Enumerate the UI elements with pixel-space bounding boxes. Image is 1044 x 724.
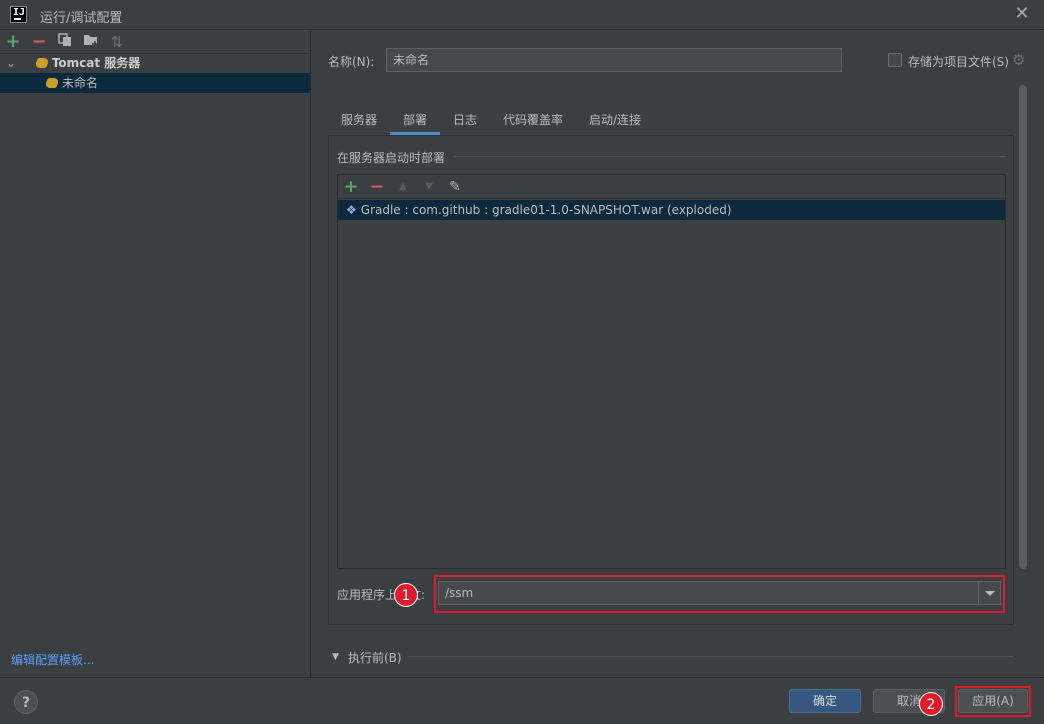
artifact-list[interactable]: + − ▲ ▼ ✎ ❖ Gradle : com.github : gradle0… bbox=[337, 174, 1006, 569]
tab-server[interactable]: 服务器 bbox=[334, 111, 384, 135]
artifact-label: Gradle : com.github : gradle01-1.0-SNAPS… bbox=[360, 203, 732, 217]
tomcat-icon bbox=[34, 58, 50, 68]
tomcat-icon bbox=[44, 78, 60, 88]
name-label: 名称(N): bbox=[328, 55, 375, 69]
plus-icon[interactable]: + bbox=[342, 177, 360, 197]
folder-add-icon[interactable] bbox=[82, 33, 100, 51]
tree-item-tomcat-server[interactable]: ⌄ Tomcat 服务器 bbox=[0, 53, 310, 73]
name-field[interactable]: 未命名 bbox=[386, 48, 842, 72]
minus-icon[interactable]: − bbox=[368, 177, 386, 197]
triangle-down-icon[interactable]: ▼ bbox=[332, 652, 339, 662]
close-icon[interactable]: ✕ bbox=[1012, 4, 1032, 24]
vertical-scrollbar[interactable] bbox=[1019, 85, 1027, 569]
tree-item-unnamed[interactable]: 未命名 bbox=[0, 73, 310, 93]
plus-icon[interactable]: + bbox=[4, 33, 22, 51]
intellij-logo-icon: IJ bbox=[10, 6, 27, 23]
store-as-project-file-checkbox[interactable] bbox=[888, 53, 902, 67]
arrow-down-icon[interactable]: ▼ bbox=[420, 177, 438, 197]
chevron-down-icon[interactable]: ⌄ bbox=[0, 53, 22, 73]
annotation-highlight-context bbox=[434, 575, 1005, 613]
artifact-icon: ❖ bbox=[346, 203, 357, 217]
section-divider bbox=[408, 656, 1014, 657]
pencil-icon[interactable]: ✎ bbox=[446, 177, 464, 197]
help-button[interactable]: ? bbox=[14, 690, 38, 714]
section-divider bbox=[454, 156, 1006, 157]
dialog-footer: ? 确定 取消 应用(A) 2 bbox=[0, 677, 1044, 724]
artifact-list-toolbar: + − ▲ ▼ ✎ bbox=[338, 175, 1005, 199]
tab-logs[interactable]: 日志 bbox=[446, 111, 484, 135]
configurations-panel: + − ⇅ ⌄ Tomcat 服务器 未命名 编辑配置模板... bbox=[0, 31, 311, 677]
gear-icon[interactable]: ⚙ bbox=[1012, 51, 1025, 69]
before-launch-title[interactable]: 执行前(B) bbox=[348, 649, 402, 666]
tree-item-label: 未命名 bbox=[62, 76, 99, 90]
tab-startup-connection[interactable]: 启动/连接 bbox=[582, 111, 648, 135]
tree-item-label: Tomcat 服务器 bbox=[51, 56, 141, 70]
annotation-badge-1: 1 bbox=[394, 583, 418, 607]
deploy-section-title: 在服务器启动时部署 bbox=[337, 151, 446, 165]
logo-text: IJ bbox=[13, 7, 26, 18]
copy-icon[interactable] bbox=[56, 33, 74, 51]
minus-icon[interactable]: − bbox=[30, 33, 48, 51]
tab-code-coverage[interactable]: 代码覆盖率 bbox=[496, 111, 570, 135]
edit-templates-link[interactable]: 编辑配置模板... bbox=[11, 651, 94, 668]
list-item[interactable]: ❖ Gradle : com.github : gradle01-1.0-SNAP… bbox=[338, 200, 1005, 220]
configuration-editor: 名称(N): 未命名 存储为项目文件(S) ⚙ 服务器 部署 日志 代码覆盖率 … bbox=[312, 31, 1044, 677]
title-bar: IJ 运行/调试配置 ✕ bbox=[0, 0, 1044, 30]
annotation-highlight-apply bbox=[955, 686, 1031, 717]
ok-button[interactable]: 确定 bbox=[789, 689, 861, 713]
sort-icon[interactable]: ⇅ bbox=[108, 33, 126, 51]
annotation-badge-2: 2 bbox=[919, 692, 943, 716]
arrow-up-icon[interactable]: ▲ bbox=[394, 177, 412, 197]
tab-deployment[interactable]: 部署 bbox=[390, 111, 440, 135]
window-title: 运行/调试配置 bbox=[40, 11, 123, 26]
store-as-project-file-label: 存储为项目文件(S) bbox=[908, 55, 1009, 69]
